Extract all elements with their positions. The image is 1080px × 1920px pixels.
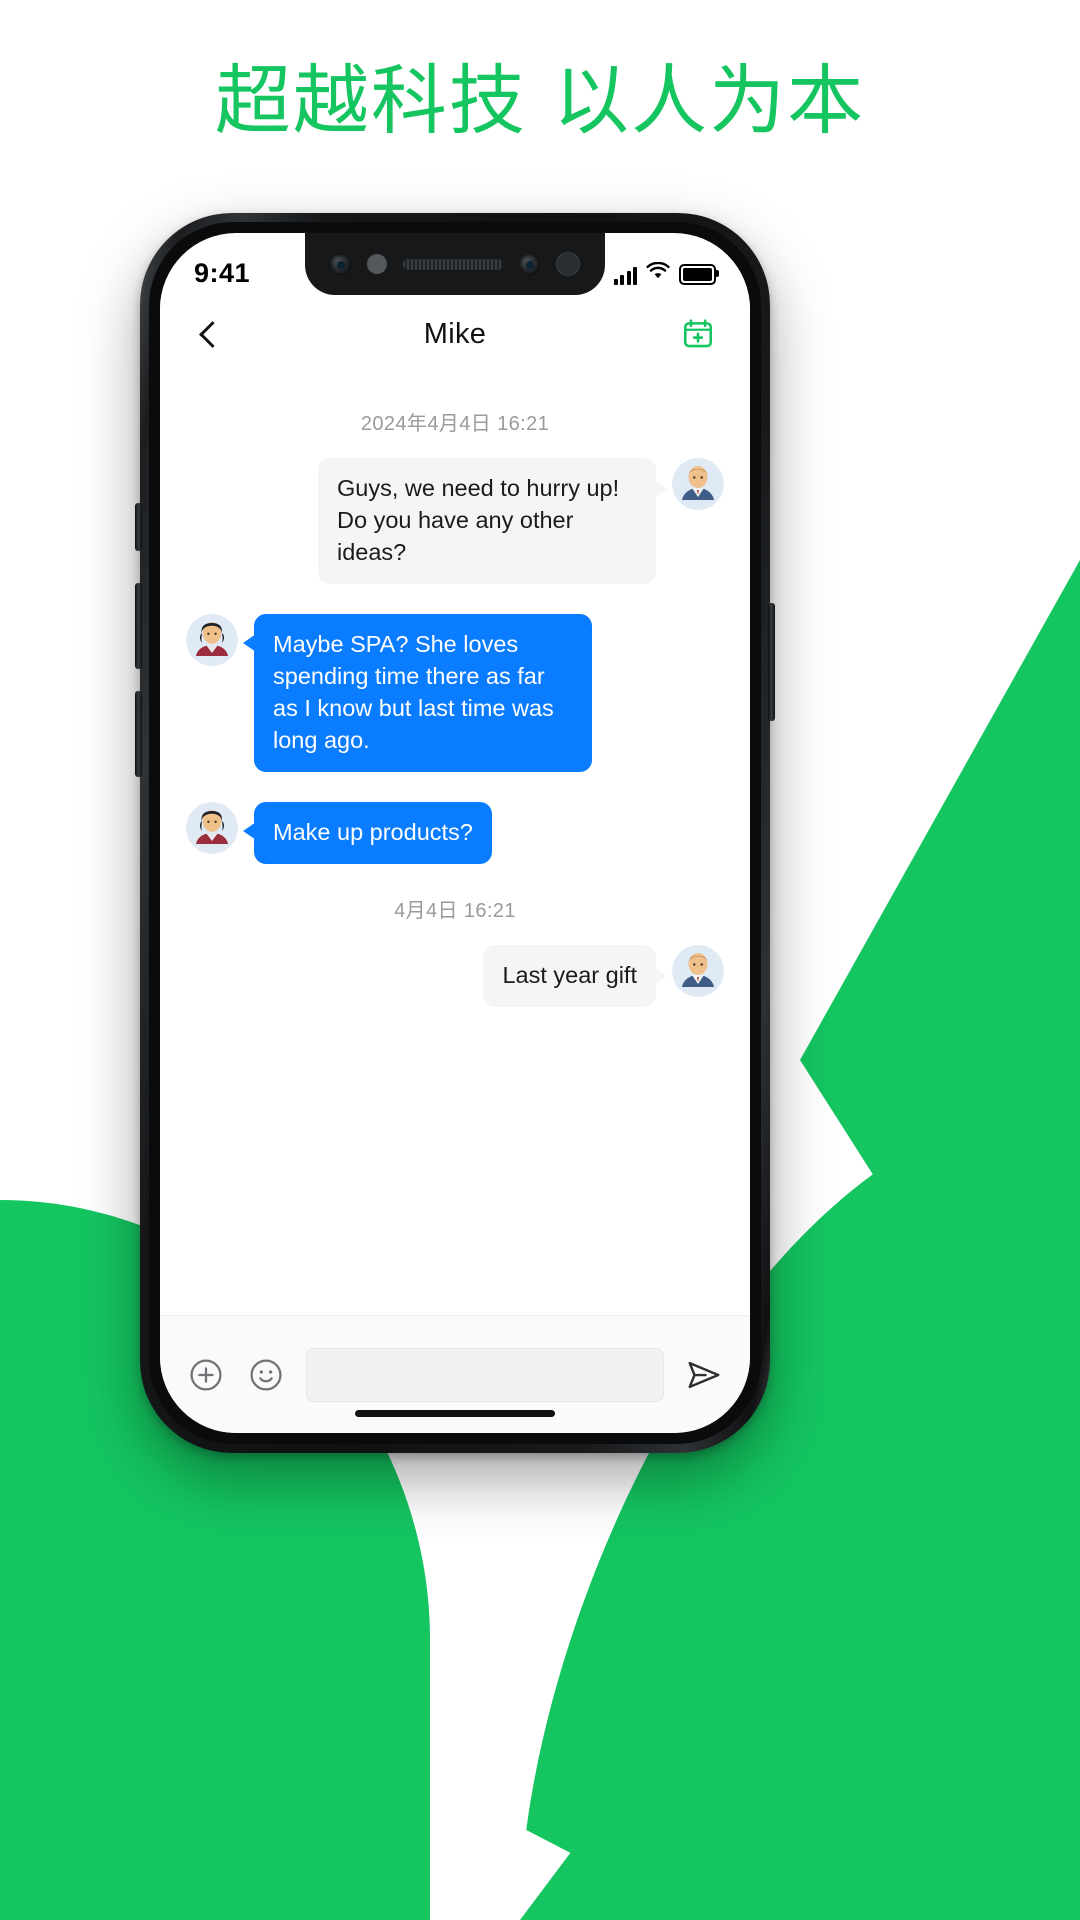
phone-mockup: 9:41 Mike 2024年4月4日 16:21 Guys, we need … — [135, 213, 775, 1453]
avatar[interactable] — [672, 458, 724, 510]
back-chevron-icon — [198, 320, 226, 348]
message-row-incoming: Last year gift — [186, 944, 724, 1007]
page-title: 超越科技 以人为本 — [214, 56, 866, 145]
home-indicator-bar[interactable] — [355, 1410, 555, 1417]
chat-header: Mike — [160, 295, 750, 373]
send-button[interactable] — [684, 1355, 724, 1395]
message-row-outgoing: Maybe SPA? She loves spending time there… — [186, 613, 724, 772]
avatar[interactable] — [186, 613, 238, 666]
message-bubble-outgoing[interactable]: Make up products? — [243, 801, 492, 864]
earpiece-speaker-icon — [403, 258, 503, 270]
chat-title: Mike — [423, 317, 487, 350]
calendar-add-icon — [683, 319, 713, 348]
status-time: 9:41 — [194, 257, 251, 288]
back-button[interactable] — [190, 312, 234, 356]
message-timestamp: 2024年4月4日 16:21 — [360, 413, 550, 435]
battery-full-icon — [679, 263, 719, 285]
phone-body: 9:41 Mike 2024年4月4日 16:21 Guys, we need … — [135, 213, 775, 1453]
calendar-add-button[interactable] — [676, 312, 720, 356]
dot-projector-icon — [556, 252, 580, 276]
mute-switch[interactable] — [135, 503, 142, 551]
emoji-button[interactable] — [246, 1355, 286, 1395]
status-icons — [613, 261, 719, 285]
message-list[interactable]: 2024年4月4日 16:21 Guys, we need to hurry u… — [160, 373, 750, 1358]
cellular-signal-icon — [613, 266, 637, 285]
phone-screen: 9:41 Mike 2024年4月4日 16:21 Guys, we need … — [160, 233, 750, 1433]
wifi-icon — [646, 261, 670, 285]
woman-avatar — [186, 801, 238, 854]
message-timestamp: 4月4日 16:21 — [394, 899, 516, 922]
avatar[interactable] — [672, 944, 724, 997]
power-button[interactable] — [768, 603, 775, 721]
smiley-face-icon — [250, 1358, 282, 1391]
avatar[interactable] — [186, 801, 238, 854]
add-attachment-button[interactable] — [186, 1355, 226, 1395]
woman-avatar — [186, 613, 238, 666]
message-text-field[interactable] — [306, 1347, 664, 1402]
ir-camera-icon — [519, 253, 540, 275]
man-avatar — [672, 944, 724, 997]
message-bubble-outgoing[interactable]: Maybe SPA? She loves spending time there… — [243, 613, 592, 772]
man-avatar — [672, 458, 724, 510]
message-bubble-incoming[interactable]: Guys, we need to hurry up! Do you have a… — [318, 458, 667, 584]
plus-circle-icon — [190, 1358, 222, 1391]
volume-down-button[interactable] — [135, 691, 142, 777]
message-row-outgoing: Make up products? — [186, 801, 724, 864]
volume-up-button[interactable] — [135, 583, 142, 669]
send-paper-plane-icon — [688, 1361, 720, 1388]
front-camera-icon — [330, 253, 351, 275]
message-bubble-incoming[interactable]: Last year gift — [483, 944, 667, 1007]
phone-notch — [305, 233, 605, 295]
message-row-incoming: Guys, we need to hurry up! Do you have a… — [186, 458, 724, 584]
proximity-sensor-icon — [367, 254, 387, 274]
